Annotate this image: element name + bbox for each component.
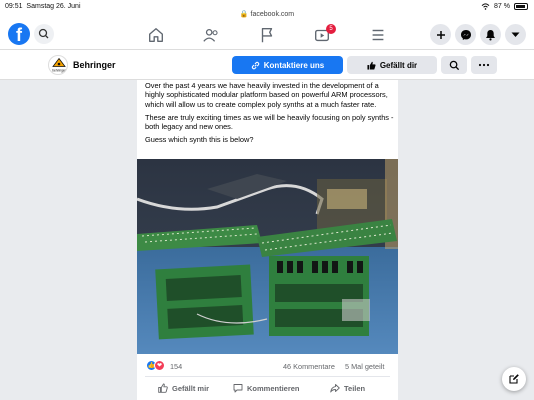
more-icon: [478, 63, 490, 67]
post-photo[interactable]: [137, 159, 398, 354]
friends-icon[interactable]: [202, 26, 220, 44]
page-search-button[interactable]: [441, 56, 467, 74]
post-actions: Gefällt mir Kommentieren Teilen: [137, 379, 398, 397]
link-icon: [251, 61, 259, 69]
lock-icon: 🔒: [239, 11, 249, 18]
flag-icon[interactable]: [258, 26, 276, 44]
post-card: Over the past 4 years we have heavily in…: [137, 80, 398, 400]
like-label: Gefällt mir: [172, 383, 210, 393]
chevron-down-icon: [511, 32, 520, 37]
status-indicators: 87 %: [481, 3, 528, 10]
home-icon[interactable]: [147, 26, 165, 44]
comments-count[interactable]: 46 Kommentare: [283, 362, 335, 371]
reaction-count[interactable]: 154: [170, 362, 182, 371]
page-avatar[interactable]: behringer: [48, 55, 68, 75]
menu-icon[interactable]: [369, 26, 387, 44]
share-label: Teilen: [344, 383, 366, 393]
messenger-icon: [460, 29, 471, 40]
account-menu-button[interactable]: [505, 24, 526, 45]
compose-icon: [509, 374, 519, 384]
post-paragraph: These are truly exciting times as we wil…: [145, 112, 394, 132]
share-icon: [330, 384, 340, 393]
bell-icon: [486, 29, 495, 40]
comment-icon: [233, 384, 243, 393]
share-button[interactable]: Teilen: [330, 381, 365, 395]
svg-text:behringer: behringer: [52, 69, 66, 73]
page-like-button[interactable]: Gefällt dir: [347, 56, 437, 74]
address-bar[interactable]: 🔒 facebook.com: [0, 10, 534, 18]
notification-badge: 5: [326, 24, 336, 34]
status-bar: 09:51 Samstag 26. Juni 🔒 facebook.com 87…: [0, 0, 534, 20]
comment-button[interactable]: Kommentieren: [233, 381, 300, 395]
contact-button-label: Kontaktiere uns: [263, 60, 325, 70]
wifi-icon: [481, 3, 490, 10]
reaction-icons[interactable]: 👍 ❤: [146, 360, 165, 371]
top-navigation: f 5: [0, 20, 534, 50]
post-paragraph: Over the past 4 years we have heavily in…: [145, 81, 388, 109]
notifications-button[interactable]: [480, 24, 501, 45]
circuit-boards-photo: [137, 159, 398, 354]
search-icon: [449, 60, 459, 70]
behringer-logo: behringer: [52, 57, 67, 73]
thumbs-up-icon: [367, 61, 376, 70]
comment-label: Kommentieren: [247, 383, 300, 393]
search-button[interactable]: [34, 24, 54, 44]
messenger-button[interactable]: [455, 24, 476, 45]
like-button[interactable]: Gefällt mir: [158, 381, 209, 395]
contact-button[interactable]: Kontaktiere uns: [232, 56, 343, 74]
plus-icon: [436, 30, 445, 39]
create-button[interactable]: [430, 24, 451, 45]
shares-count[interactable]: 5 Mal geteilt: [345, 362, 384, 371]
search-icon: [38, 28, 49, 39]
compose-button[interactable]: [502, 367, 526, 391]
post-paragraph: Guess which synth this is below?: [145, 135, 254, 145]
page-name[interactable]: Behringer: [73, 60, 116, 70]
post-text: Over the past 4 years we have heavily in…: [145, 81, 395, 149]
page-more-button[interactable]: [471, 56, 497, 74]
url-text: facebook.com: [250, 11, 295, 18]
battery-icon: [514, 3, 528, 10]
page-header: behringer Behringer Kontaktiere uns Gefä…: [0, 50, 534, 80]
thumbs-up-icon: [158, 383, 168, 393]
status-time: 09:51 Samstag 26. Juni: [5, 3, 81, 10]
divider: [145, 376, 390, 377]
facebook-logo-icon[interactable]: f: [8, 23, 30, 45]
post-stats: 👍 ❤ 154 46 Kommentare 5 Mal geteilt: [137, 359, 398, 373]
page-like-label: Gefällt dir: [379, 60, 418, 70]
status-date: Samstag 26. Juni: [26, 3, 81, 10]
battery-label: 87 %: [494, 3, 510, 10]
heart-icon: ❤: [154, 360, 165, 371]
